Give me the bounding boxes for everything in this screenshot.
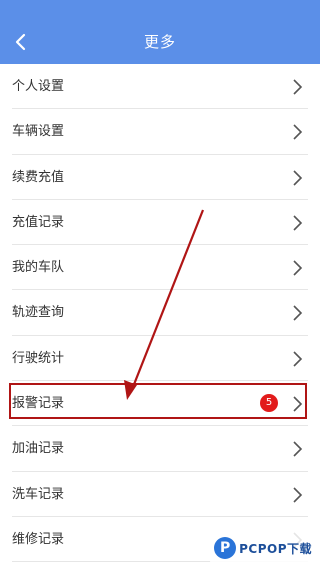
menu-item-label: 续费充值 [12, 169, 65, 185]
menu-item-recharge-records[interactable]: 充值记录 [12, 200, 308, 246]
menu-item-label: 充值记录 [12, 214, 65, 230]
chevron-right-icon [293, 305, 303, 322]
menu-item-label: 加油记录 [12, 441, 65, 457]
menu-item-label: 报警记录 [12, 396, 65, 412]
status-bar [0, 0, 320, 20]
menu-item-label: 维修记录 [12, 531, 65, 547]
chevron-right-icon [293, 215, 303, 231]
menu-item-driving-stats[interactable]: 行驶统计 [12, 336, 308, 382]
menu-item-renew-recharge[interactable]: 续费充值 [12, 155, 308, 200]
menu-item-my-fleet[interactable]: 我的车队 [12, 245, 308, 291]
chevron-right-icon [293, 79, 303, 95]
menu-item-personal-settings[interactable]: 个人设置 [12, 64, 308, 110]
page-title: 更多 [143, 33, 176, 51]
chevron-right-icon [293, 441, 303, 457]
chevron-right-icon [293, 170, 303, 186]
menu-item-label: 我的车队 [12, 260, 65, 276]
chevron-right-icon [293, 396, 303, 412]
menu-item-label: 行驶统计 [12, 350, 65, 366]
menu-item-label: 洗车记录 [12, 486, 65, 502]
settings-list: 个人设置 车辆设置 续费充值 充值记录 我的车队 轨迹查询 行驶统计 报警记录 … [0, 64, 320, 563]
menu-item-label: 轨迹查询 [12, 305, 65, 321]
chevron-right-icon [293, 487, 303, 503]
chevron-right-icon [293, 260, 303, 276]
watermark-text: PCPOP下载 [239, 541, 312, 556]
watermark-logo-icon: P [214, 537, 237, 559]
menu-item-label: 车辆设置 [12, 124, 65, 140]
notification-badge: 5 [260, 394, 278, 413]
chevron-right-icon [293, 351, 303, 367]
menu-item-alarm-records[interactable]: 报警记录 5 [12, 381, 308, 427]
menu-item-vehicle-settings[interactable]: 车辆设置 [12, 109, 308, 155]
watermark: P PCPOP下载 [210, 532, 316, 564]
menu-item-car-wash-records[interactable]: 洗车记录 [12, 472, 308, 517]
menu-item-refuel-records[interactable]: 加油记录 [12, 426, 308, 472]
menu-item-label: 个人设置 [12, 79, 65, 94]
menu-item-track-query[interactable]: 轨迹查询 [12, 290, 308, 336]
top-nav-bar: 更多 [0, 20, 320, 64]
chevron-right-icon [293, 124, 303, 140]
